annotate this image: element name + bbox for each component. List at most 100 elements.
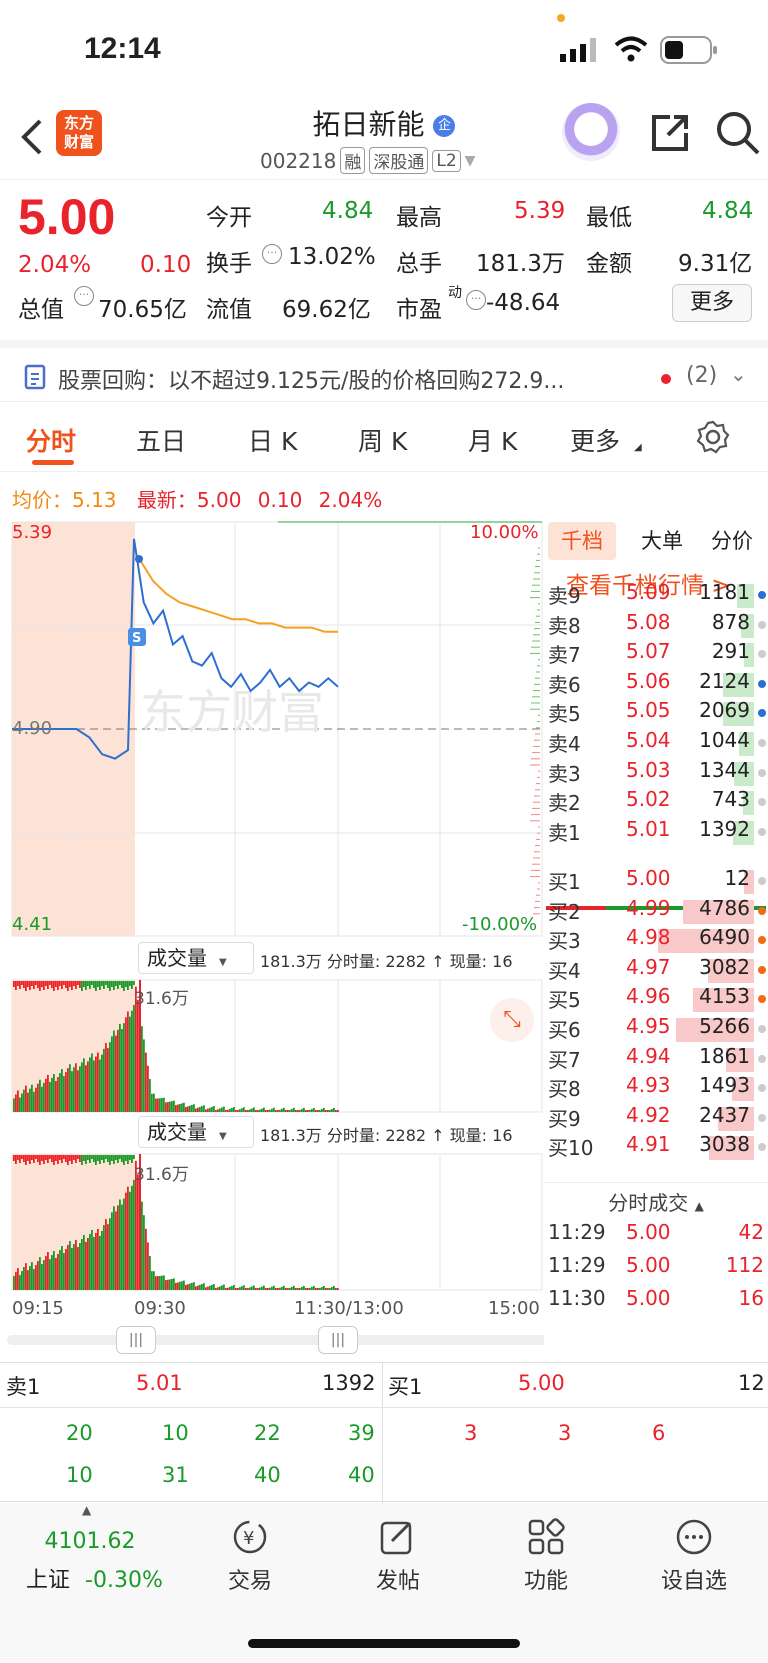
bid-row[interactable]: 买3 4.98 6490 (544, 925, 768, 955)
chevron-down-icon[interactable]: ⌄ (730, 362, 747, 386)
volume-bar (15, 1155, 17, 1164)
ask-row[interactable]: 卖2 5.02 743 (544, 787, 768, 817)
tab-intraday[interactable]: 分时 (26, 422, 76, 458)
ask-row[interactable]: 卖3 5.03 1344 (544, 758, 768, 788)
bid-row[interactable]: 买4 4.97 3082 (544, 955, 768, 985)
ask-row[interactable]: 卖8 5.08 878 (544, 610, 768, 640)
volume-bar (197, 1285, 199, 1290)
more-dots-icon (676, 1519, 712, 1555)
volume-bar (299, 1287, 301, 1290)
last-price: 5.00 (18, 189, 116, 245)
gear-icon[interactable] (696, 420, 730, 454)
bid-row[interactable]: 买10 4.91 3038 (544, 1132, 768, 1162)
volume-label: 成交量 (147, 946, 207, 970)
search-icon[interactable] (714, 109, 762, 157)
volume-bar (269, 1287, 271, 1290)
ask-row[interactable]: 卖7 5.07 291 (544, 639, 768, 669)
info-icon[interactable]: ··· (262, 244, 282, 264)
bid-row[interactable]: 买6 4.95 5266 (544, 1014, 768, 1044)
volume-bar (13, 1098, 15, 1112)
info-icon[interactable]: ··· (74, 286, 94, 306)
volume-bar (249, 1109, 251, 1112)
ask-row[interactable]: 卖9 5.09 1181 (544, 580, 768, 610)
nav-watchlist[interactable]: 设自选 (634, 1517, 754, 1595)
tab-month-k[interactable]: 月 K (468, 422, 517, 458)
status-dot (758, 995, 766, 1004)
volume-bar (75, 1155, 77, 1163)
volume-bar (211, 1284, 213, 1290)
volume-bar (29, 1155, 31, 1164)
caret-icon: ◢ (634, 442, 642, 453)
volume-selector[interactable]: 成交量 ▼ (138, 942, 254, 974)
ask-row[interactable]: 卖6 5.06 2124 (544, 669, 768, 699)
volume-bar (61, 1155, 63, 1163)
level-price: 4.91 (626, 1132, 671, 1157)
book-tab-depth[interactable]: 千档 (548, 522, 616, 560)
range-handle-right[interactable]: ||| (318, 1326, 358, 1354)
volume-bar (297, 1288, 299, 1290)
volume-bar (39, 1079, 41, 1112)
volume-bar (125, 1155, 127, 1161)
volume-bar (65, 1072, 67, 1112)
level-label: 买5 (548, 988, 581, 1013)
bid-row[interactable]: 买5 4.96 4153 (544, 984, 768, 1014)
status-dot (758, 739, 766, 747)
nav-functions[interactable]: 功能 (486, 1517, 606, 1595)
volume-bar (319, 1109, 321, 1112)
caret-down-icon[interactable]: ▼ (465, 153, 476, 169)
tab-week-k[interactable]: 周 K (358, 422, 407, 458)
ask-row[interactable]: 卖5 5.05 2069 (544, 698, 768, 728)
volume-bar (99, 981, 101, 990)
volume-bar (209, 1107, 211, 1112)
volume-bar (91, 1229, 93, 1290)
tab-more[interactable]: 更多 (570, 422, 620, 458)
bid-row[interactable]: 买7 4.94 1861 (544, 1044, 768, 1074)
bid-row[interactable]: 买2 4.99 4786 (544, 896, 768, 926)
book-tab-large[interactable]: 大单 (630, 522, 694, 560)
index-widget[interactable]: 4101.62 上证 -0.30% (20, 1529, 163, 1594)
level-price: 5.04 (626, 728, 671, 752)
volume-bar (83, 1235, 85, 1290)
tab-day-k[interactable]: 日 K (248, 422, 297, 458)
volume-bar (117, 1205, 119, 1290)
nav-post-label: 发帖 (375, 1569, 420, 1594)
queue-order: 39 (348, 1421, 375, 1445)
volume-bar (283, 1285, 285, 1290)
book-tab-price[interactable]: 分价 (700, 522, 764, 560)
volume-bar (45, 981, 47, 986)
robot-avatar-icon[interactable] (562, 103, 620, 161)
volume-bar (287, 1288, 289, 1290)
bid-row[interactable]: 买1 5.00 12 (544, 866, 768, 896)
volume-bar (29, 1266, 31, 1290)
ask-row[interactable]: 卖4 5.04 1044 (544, 728, 768, 758)
volume-bar (67, 981, 69, 991)
volume-bar (115, 981, 117, 986)
level-volume: 878 (711, 609, 750, 634)
bid-row[interactable]: 买9 4.92 2437 (544, 1103, 768, 1133)
volume-bar (37, 1261, 39, 1290)
volume-bar (207, 1108, 209, 1112)
volume-selector[interactable]: 成交量 ▼ (138, 1116, 254, 1148)
nav-post[interactable]: 发帖 (338, 1517, 458, 1595)
volume-bar (115, 1035, 117, 1112)
bid-row[interactable]: 买8 4.93 1493 (544, 1073, 768, 1103)
status-dot (758, 906, 766, 915)
share-icon[interactable] (648, 111, 692, 155)
volume-bar (201, 1106, 203, 1112)
range-handle-left[interactable]: ||| (116, 1326, 156, 1354)
info-icon[interactable]: ··· (466, 290, 486, 310)
trades-header[interactable]: 分时成交 ▲ (544, 1182, 768, 1216)
nav-trade[interactable]: ¥ 交易 (190, 1517, 310, 1595)
volume-bar (153, 1093, 155, 1112)
expand-icon[interactable]: ⤡ (490, 998, 534, 1042)
tab-five-day[interactable]: 五日 (136, 422, 186, 458)
red-dot (661, 374, 671, 384)
ask-row[interactable]: 卖1 5.01 1392 (544, 817, 768, 847)
volume-bar (231, 1107, 233, 1112)
volume-bar (301, 1108, 303, 1112)
volume-bar (283, 1107, 285, 1112)
volume-bar (231, 1285, 233, 1290)
more-button[interactable]: 更多 (672, 284, 752, 322)
announcement-bar[interactable]: 股票回购：以不超过9.125元/股的价格回购272.9... (2) ⌄ (0, 340, 768, 402)
volume-bar (275, 1110, 277, 1112)
